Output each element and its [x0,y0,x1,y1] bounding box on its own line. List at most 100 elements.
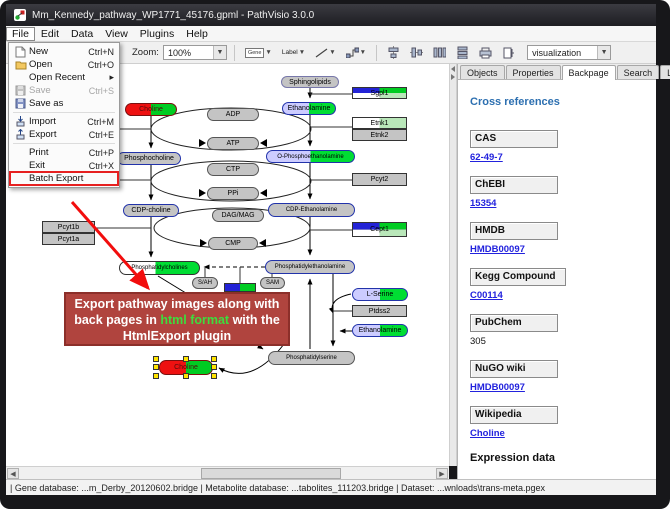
menu-item-label: New [29,46,88,57]
selection-handle[interactable] [183,373,189,379]
node-sam[interactable]: SAM [260,277,285,289]
node-cmp[interactable]: CMP [208,237,258,250]
selection-handle[interactable] [153,356,159,362]
xref-link-cas[interactable]: 62-49-7 [470,152,656,164]
node-choline[interactable]: Choline [125,103,177,116]
node-phosphatidylcholines[interactable]: Phosphatidylcholines [119,261,200,275]
menu-plugins[interactable]: Plugins [134,27,180,41]
node-sgpl1[interactable]: Sgpl1 [352,87,407,99]
xref-link-nugo[interactable]: HMDB00097 [470,382,656,394]
menu-item-label: Import [29,116,87,127]
file-menu: New Ctrl+N Open Ctrl+O Open Recent ▸ Sav… [8,42,120,188]
menu-edit[interactable]: Edit [35,27,65,41]
chevron-down-icon: ▼ [265,49,271,56]
menu-item-export[interactable]: Export Ctrl+E [10,128,118,141]
node-cept1[interactable]: Cept1 [352,222,407,237]
horizontal-scrollbar[interactable]: ◀ ▶ [6,466,449,479]
app-icon [14,9,26,21]
toolbar-separator [234,45,235,61]
tab-backpage[interactable]: Backpage [562,65,616,80]
node-dag-mag[interactable]: DAG/MAG [212,209,264,222]
title-bar[interactable]: Mm_Kennedy_pathway_WP1771_45176.gpml - P… [6,4,656,26]
node-phosphatidylserine[interactable]: Phosphatidylserine [268,351,355,365]
menu-help[interactable]: Help [180,27,214,41]
node-ptdss2[interactable]: Ptdss2 [352,305,407,317]
splitter[interactable] [449,64,457,466]
gene-box-icon: Gene [245,48,264,58]
node-sphingolipids[interactable]: Sphingolipids [281,76,339,88]
menu-item-open-recent[interactable]: Open Recent ▸ [10,71,118,84]
new-connector-button[interactable]: ▼ [343,44,369,62]
node-pcyt2[interactable]: Pcyt2 [352,173,407,186]
page-setup-button[interactable] [499,44,517,62]
node-phosphatidylethanolamine[interactable]: Phosphatidylethanolamine [265,260,355,274]
zoom-combobox[interactable]: 100% ▼ [163,45,227,60]
xref-link-hmdb[interactable]: HMDB00097 [470,244,656,256]
node-phosphocholine[interactable]: Phosphocholine [117,152,181,165]
scrollbar-thumb[interactable] [201,468,341,479]
selection-handle[interactable] [211,373,217,379]
xref-link-wikipedia[interactable]: Choline [470,428,656,440]
node-o-phosphoethanolamine[interactable]: O-Phosphoethanolamine [266,150,355,163]
menu-item-batch-export[interactable]: Batch Export [10,172,118,185]
tab-properties[interactable]: Properties [506,65,561,79]
node-pcyt1b[interactable]: Pcyt1b [42,221,95,233]
menu-item-exit[interactable]: Exit Ctrl+X [10,159,118,172]
selection-handle[interactable] [153,373,159,379]
node-l-serine[interactable]: L-Serine [352,288,408,301]
tab-search[interactable]: Search [617,65,660,79]
selection-handle[interactable] [211,356,217,362]
side-panel: Objects Properties Backpage Search Legen… [457,64,656,479]
node-sah[interactable]: S/AH [192,277,218,289]
node-cdp-choline[interactable]: CDP-choline [123,204,179,217]
node-atp[interactable]: ATP [207,137,259,150]
node-ppi[interactable]: PPi [207,187,259,200]
chevron-down-icon[interactable]: ▼ [213,46,226,59]
menu-item-label: Save [29,85,89,96]
menu-item-shortcut: Ctrl+O [88,60,114,70]
node-pemt[interactable] [224,283,256,292]
chevron-down-icon[interactable]: ▼ [597,46,610,59]
align-center-y-button[interactable] [407,44,426,62]
menu-item-save: Save Ctrl+S [10,84,118,97]
new-gene-button[interactable]: Gene ▼ [242,44,275,62]
collapse-left-icon[interactable] [451,66,455,72]
selection-handle[interactable] [183,356,189,362]
new-line-button[interactable]: ▼ [312,44,338,62]
menu-data[interactable]: Data [65,27,99,41]
node-ctp[interactable]: CTP [207,163,259,176]
xref-value-pubchem: 305 [470,336,656,348]
menu-item-open[interactable]: Open Ctrl+O [10,58,118,71]
xref-link-chebi[interactable]: 15354 [470,198,656,210]
node-cdp-ethanolamine[interactable]: CDP-Ethanolamine [268,203,355,217]
save-icon [12,85,29,96]
menu-view[interactable]: View [99,27,134,41]
page-bracket-icon [502,47,514,59]
visualization-combobox[interactable]: visualization ▼ [527,45,611,60]
node-pcyt1a[interactable]: Pcyt1a [42,233,95,245]
print-button[interactable] [476,44,495,62]
xref-link-kegg[interactable]: C00114 [470,290,656,302]
tab-legend[interactable]: Legend [660,65,670,79]
node-ethanolamine-2[interactable]: Ethanolamine [352,324,408,337]
menu-item-print[interactable]: Print Ctrl+P [10,146,118,159]
node-etnk1[interactable]: Etnk1 [352,117,407,129]
align-center-x-button[interactable] [384,44,403,62]
node-ethanolamine[interactable]: Ethanolamine [282,102,336,115]
scroll-right-icon[interactable]: ▶ [436,468,448,479]
expand-right-icon[interactable] [451,74,455,80]
menu-file[interactable]: File [6,27,35,41]
scroll-left-icon[interactable]: ◀ [7,468,19,479]
node-adp[interactable]: ADP [207,108,259,121]
menu-item-save-as[interactable]: Save as [10,97,118,110]
distribute-horizontal-button[interactable] [430,44,449,62]
tab-objects[interactable]: Objects [460,65,505,79]
menu-item-import[interactable]: Import Ctrl+M [10,115,118,128]
new-label-button[interactable]: Label ▼ [279,44,308,62]
selection-handle[interactable] [211,364,217,370]
selection-handle[interactable] [153,364,159,370]
distribute-vertical-button[interactable] [453,44,472,62]
node-etnk2[interactable]: Etnk2 [352,129,407,141]
distribute-vertical-icon [456,46,469,59]
menu-item-new[interactable]: New Ctrl+N [10,45,118,58]
